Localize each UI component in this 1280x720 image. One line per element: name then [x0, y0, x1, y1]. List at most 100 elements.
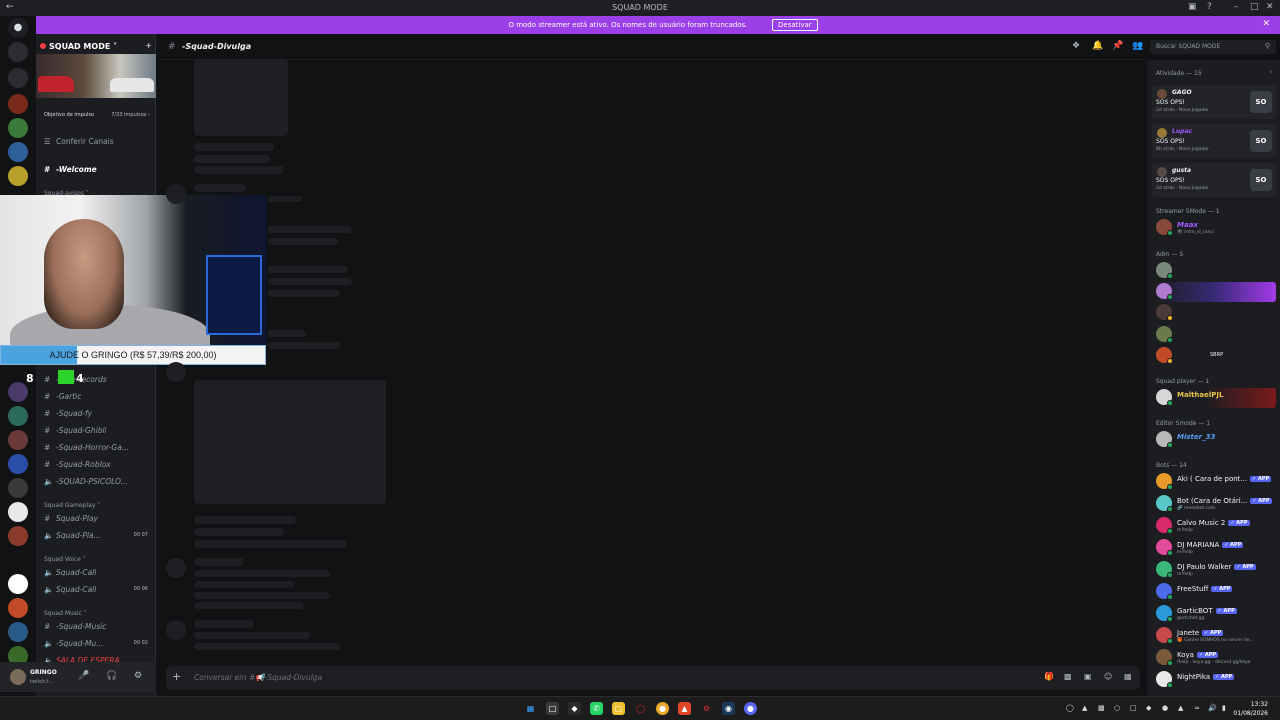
bot-member-item[interactable]: DJ MARIANA ✓ APP m!help — [1156, 538, 1276, 558]
member-item[interactable]: SBRP — [1156, 346, 1276, 366]
member-item[interactable] — [1156, 261, 1276, 281]
server-icon[interactable] — [8, 382, 28, 402]
message-composer[interactable]: + Conversar em #📢-Squad-Divulga 🎁 ▩ ▣ ☺ … — [166, 666, 1140, 690]
voice-channel-item[interactable]: 🔈 Squad-Call — [44, 568, 154, 582]
tray-icon[interactable]: ○ — [1114, 704, 1120, 712]
server-icon[interactable] — [8, 430, 28, 450]
bot-member-item[interactable]: DJ Paulo Walker ✓ APP m!help — [1156, 560, 1276, 580]
category-squad-music[interactable]: Squad Music ˅ — [44, 610, 87, 617]
close-window-button[interactable]: ✕ — [1266, 2, 1274, 12]
bot-member-item[interactable]: Janete ✓ APP 🎁 Ganhe SONHOS no server de..… — [1156, 626, 1276, 646]
bot-member-item[interactable]: FreeStuff ✓ APP — [1156, 582, 1276, 602]
server-icon[interactable] — [8, 574, 28, 594]
discord-taskbar-icon[interactable]: ● — [744, 702, 757, 715]
server-icon[interactable] — [8, 478, 28, 498]
pinned-messages-icon[interactable]: 📌 — [1112, 41, 1123, 51]
microphone-icon[interactable]: 🎤 — [78, 671, 89, 681]
chrome-icon[interactable]: ● — [656, 702, 669, 715]
channel-item[interactable]: # -Squad-Music — [44, 622, 154, 636]
member-list-icon[interactable]: 👥 — [1132, 41, 1143, 51]
whatsapp-icon[interactable]: ✆ — [590, 702, 603, 715]
tray-icon[interactable]: ◆ — [1146, 704, 1151, 712]
channel-item[interactable]: # -Gartic — [44, 392, 154, 406]
tray-icon[interactable]: □ — [1130, 704, 1137, 712]
discord-home-icon[interactable]: ● — [8, 18, 28, 38]
channel-item[interactable]: # -Squad-fy — [44, 409, 154, 423]
voice-channel-item[interactable]: 🔈 Squad-Call 00 06 — [44, 585, 154, 599]
minimize-button[interactable]: – — [1234, 2, 1239, 12]
channel-item[interactable]: # -Squad-Horror-Ga... — [44, 443, 154, 457]
voice-channel-item[interactable]: 🔈 Squad-Pla... 00 07 — [44, 531, 154, 545]
sticker-icon[interactable]: ▣ — [1084, 672, 1092, 681]
channel-item[interactable]: # -Squad-Roblox — [44, 460, 154, 474]
voice-channel-item[interactable]: 🔈 -Squad-Mu... 00 02 — [44, 639, 154, 653]
boost-goal[interactable]: Objetivo de impulso 7/33 Impulsos › — [44, 112, 150, 122]
file-explorer-icon[interactable]: ▢ — [612, 702, 625, 715]
invite-people-icon[interactable]: + — [145, 41, 152, 50]
notification-mute-icon[interactable]: 🔔 — [1092, 41, 1103, 51]
steam-icon[interactable]: ◉ — [722, 702, 735, 715]
tray-icon[interactable]: ● — [1162, 704, 1168, 712]
system-clock[interactable]: 13:32 01/08/2026 — [1233, 700, 1268, 718]
brave-icon[interactable]: ▲ — [678, 702, 691, 715]
server-icon[interactable] — [8, 42, 28, 62]
server-icon[interactable] — [8, 68, 28, 88]
photos-app-icon[interactable]: □ — [546, 702, 559, 715]
bot-member-item[interactable]: Aki ( Cara de pont... ✓ APP — [1156, 472, 1276, 492]
bot-member-item[interactable]: Koya ✓ APP/help - koya.gg - discord.gg/ko… — [1156, 648, 1276, 668]
activity-card[interactable]: GAGO SOS OPS! 2d atrás · Novo Jogador SO — [1152, 85, 1276, 119]
bot-member-item[interactable]: GarticBOT ✓ APP garticbot.gg — [1156, 604, 1276, 624]
member-item[interactable] — [1156, 303, 1276, 323]
category-squad-voice[interactable]: Squad Voice ˅ — [44, 556, 86, 563]
close-banner-icon[interactable]: ✕ — [1262, 19, 1270, 29]
gif-icon[interactable]: ▩ — [1064, 672, 1072, 681]
member-item[interactable]: Mister_33 — [1156, 430, 1276, 450]
tray-icon[interactable]: ▲ — [1082, 704, 1087, 712]
tray-icon[interactable]: ▲ — [1178, 704, 1183, 712]
maximize-button[interactable]: □ — [1250, 2, 1259, 12]
bot-member-item[interactable]: Bot (Cara de Otári... ✓ APP 🔗 meeebot.com — [1156, 494, 1276, 514]
server-icon[interactable] — [8, 454, 28, 474]
member-item[interactable] — [1156, 282, 1276, 302]
app-icon[interactable]: ⚙ — [700, 702, 713, 715]
activity-card[interactable]: gusta SOS OPS! 2d atrás · Novo Jogador S… — [1152, 163, 1276, 197]
chevron-right-icon[interactable]: › — [1269, 68, 1272, 76]
windows-start-icon[interactable]: ▦ — [524, 702, 537, 715]
bot-member-item[interactable]: NightPika ✓ APP — [1156, 670, 1276, 690]
headphones-icon[interactable]: 🎧 — [106, 671, 117, 681]
category-squad-gameplay[interactable]: Squad Gameplay ˅ — [44, 502, 100, 509]
browse-channels[interactable]: ☰ Conferir Canais — [44, 137, 154, 151]
capcut-app-icon[interactable]: ◆ — [568, 702, 581, 715]
server-icon[interactable] — [8, 94, 28, 114]
opera-gx-icon[interactable]: ◯ — [634, 702, 647, 715]
member-item[interactable]: MalthaelPJL — [1156, 388, 1276, 408]
activity-card[interactable]: Lupac SOS OPS! 8h atrás · Novo Jogador S… — [1152, 124, 1276, 158]
tray-icon[interactable]: ◯ — [1066, 704, 1074, 712]
server-search-input[interactable]: Buscar SQUAD MODE ⚲ — [1150, 40, 1276, 54]
tray-icon[interactable]: ▩ — [1098, 704, 1105, 712]
battery-icon[interactable]: ▮ — [1222, 704, 1226, 712]
server-icon[interactable] — [8, 118, 28, 138]
member-item[interactable] — [1156, 325, 1276, 345]
channel-welcome[interactable]: # -Welcome — [44, 165, 154, 179]
server-icon[interactable] — [8, 142, 28, 162]
wifi-icon[interactable]: ≈ — [1194, 704, 1200, 712]
server-icon[interactable] — [8, 166, 28, 186]
apps-icon[interactable]: ▦ — [1124, 672, 1132, 681]
server-icon[interactable] — [8, 406, 28, 426]
gift-icon[interactable]: 🎁 — [1044, 672, 1054, 681]
threads-icon[interactable]: ❖ — [1072, 41, 1080, 51]
channel-item[interactable]: # -Squad-Ghibli — [44, 426, 154, 440]
help-icon[interactable]: ? — [1207, 2, 1212, 12]
bot-member-item[interactable]: Calvo Music 2 ✓ APP m!help — [1156, 516, 1276, 536]
user-avatar[interactable] — [10, 669, 26, 685]
volume-icon[interactable]: 🔊 — [1208, 704, 1217, 712]
server-icon[interactable] — [8, 622, 28, 642]
disable-streamer-mode-button[interactable]: Desativar — [772, 19, 818, 31]
channel-item[interactable]: # Squad-Play — [44, 514, 154, 528]
inbox-icon[interactable]: ▣ — [1188, 2, 1197, 12]
emoji-icon[interactable]: ☺ — [1104, 672, 1112, 681]
server-icon[interactable] — [8, 526, 28, 546]
member-item[interactable]: Maax 👁 /vtm_vl_ranci — [1156, 218, 1276, 238]
server-icon[interactable] — [8, 502, 28, 522]
